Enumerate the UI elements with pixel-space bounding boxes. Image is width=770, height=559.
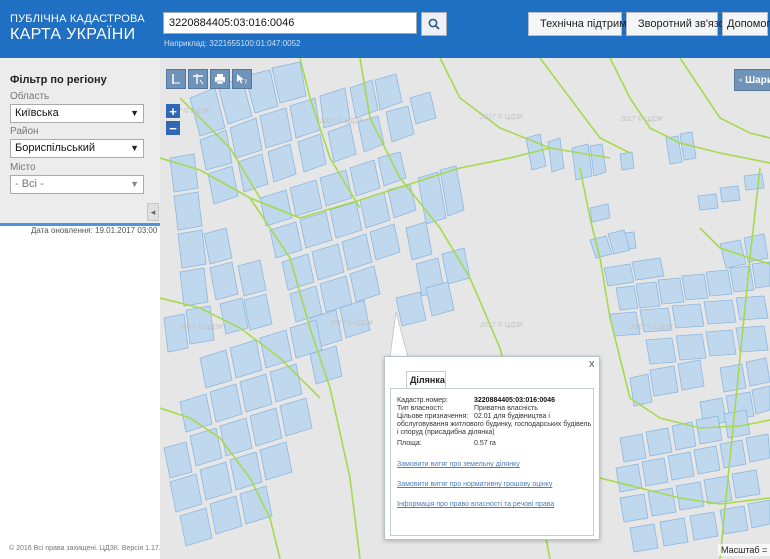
region-filter-panel: Фільтр по регіону Область Київська ▼ Рай… — [0, 58, 160, 226]
cadastral-search-input[interactable] — [163, 12, 417, 34]
city-select[interactable]: - Всі - ▼ — [10, 175, 144, 194]
purpose-value: 02.01 для будівництва і обслуговування ж… — [397, 413, 592, 436]
logo-line-2: КАРТА УКРАЇНИ — [10, 26, 136, 43]
identify-button[interactable]: ? — [232, 69, 252, 89]
sidebar: Фільтр по регіону Область Київська ▼ Рай… — [0, 58, 161, 559]
map-watermark: 2017 © ЦДЗК — [330, 320, 374, 327]
site-logo[interactable]: ПУБЛІЧНА КАДАСТРОВА КАРТА УКРАЇНИ — [10, 13, 145, 44]
map-watermark: 2017 © ЦДЗК — [180, 324, 224, 331]
search-button[interactable] — [421, 12, 447, 36]
city-select-value: - Всі - — [15, 178, 44, 190]
ownership-value: Приватна власність — [474, 405, 538, 412]
region-label: Область — [10, 91, 50, 102]
printer-icon — [215, 74, 225, 85]
order-parcel-extract-link[interactable]: Замовити витяг про земельну ділянку — [397, 461, 520, 468]
chevron-down-icon: ▼ — [130, 179, 139, 189]
city-label: Місто — [10, 162, 36, 173]
map-canvas[interactable]: 2017 © ЦДЗК 2017 © ЦДЗК 2017 © ЦДЗК 2017… — [160, 58, 770, 559]
collapse-sidebar-button[interactable]: ◂ — [147, 203, 159, 221]
map-watermark: 2017 © ЦДЗК — [630, 324, 674, 331]
help-button[interactable]: Допомога — [722, 12, 770, 36]
ownership-label: Тип власності: — [397, 405, 444, 412]
map-watermark: 2017 © ЦДЗК — [480, 322, 524, 329]
gear-icon — [739, 78, 742, 82]
parcel-details: Кадастр.номер: 3220884405:03:016:0046 Ти… — [390, 388, 594, 536]
cadastral-number-label: Кадастр.номер: — [397, 397, 448, 404]
feedback-label: Зворотний зв'язок — [638, 18, 730, 30]
ruler-icon — [172, 74, 180, 84]
parcel-info-popup: x Ділянка Кадастр.номер: 3220884405:03:0… — [384, 356, 600, 540]
order-valuation-extract-link[interactable]: Замовити витяг про нормативну грошову оц… — [397, 481, 552, 488]
filter-title: Фільтр по регіону — [10, 74, 107, 86]
header-bar: ПУБЛІЧНА КАДАСТРОВА КАРТА УКРАЇНИ Наприк… — [0, 0, 770, 58]
chevron-down-icon: ▼ — [130, 108, 139, 118]
logo-line-1: ПУБЛІЧНА КАДАСТРОВА — [10, 13, 145, 25]
close-icon[interactable]: x — [589, 358, 595, 370]
tech-support-label: Технічна підтримка — [540, 18, 638, 30]
layers-label: Шари — [745, 74, 770, 86]
popup-pointer — [389, 312, 409, 358]
measure-distance-button[interactable] — [166, 69, 186, 89]
tab-parcel[interactable]: Ділянка — [406, 371, 446, 388]
svg-text:?: ? — [244, 79, 247, 85]
cursor-help-icon: ? — [237, 74, 247, 85]
chevron-left-icon: ◂ — [150, 206, 156, 217]
zoom-out-button[interactable]: − — [166, 121, 180, 135]
zoom-in-button[interactable]: + — [166, 104, 180, 118]
map-watermark: 2017 © ЦДЗК — [620, 116, 664, 123]
region-select[interactable]: Київська ▼ — [10, 104, 144, 123]
district-select[interactable]: Бориспільський ▼ — [10, 139, 144, 158]
tech-support-button[interactable]: Технічна підтримка — [528, 12, 638, 36]
layers-button[interactable]: Шари — [734, 69, 770, 91]
search-hint: Наприклад: 3221655100:01:047:0052 — [164, 39, 301, 48]
print-button[interactable] — [210, 69, 230, 89]
map-watermark: 2017 © ЦДЗК — [320, 118, 364, 125]
map-scale: Масштаб = 1 : 85 — [718, 544, 770, 556]
map-watermark: 2017 © ЦДЗК — [480, 114, 524, 121]
cadastral-number-value: 3220884405:03:016:0046 — [474, 397, 555, 404]
search-icon — [428, 18, 440, 30]
region-select-value: Київська — [15, 107, 59, 119]
update-date: Дата оновлення: 19.01.2017 03:00 — [31, 226, 158, 235]
area-value: 0.57 га — [474, 440, 496, 447]
area-label: Площа: — [397, 440, 422, 447]
ownership-info-link[interactable]: Інформація про право власності та речові… — [397, 501, 554, 508]
measure-area-button[interactable] — [188, 69, 208, 89]
area-ruler-icon — [193, 74, 204, 85]
district-label: Район — [10, 126, 39, 137]
feedback-button[interactable]: Зворотний зв'язок — [626, 12, 730, 36]
copyright-text: © 2016 Всі права захищені. ЦДЗК. Версія … — [9, 545, 161, 552]
district-select-value: Бориспільський — [15, 142, 95, 154]
help-label: Допомога — [727, 18, 770, 30]
chevron-down-icon: ▼ — [130, 143, 139, 153]
